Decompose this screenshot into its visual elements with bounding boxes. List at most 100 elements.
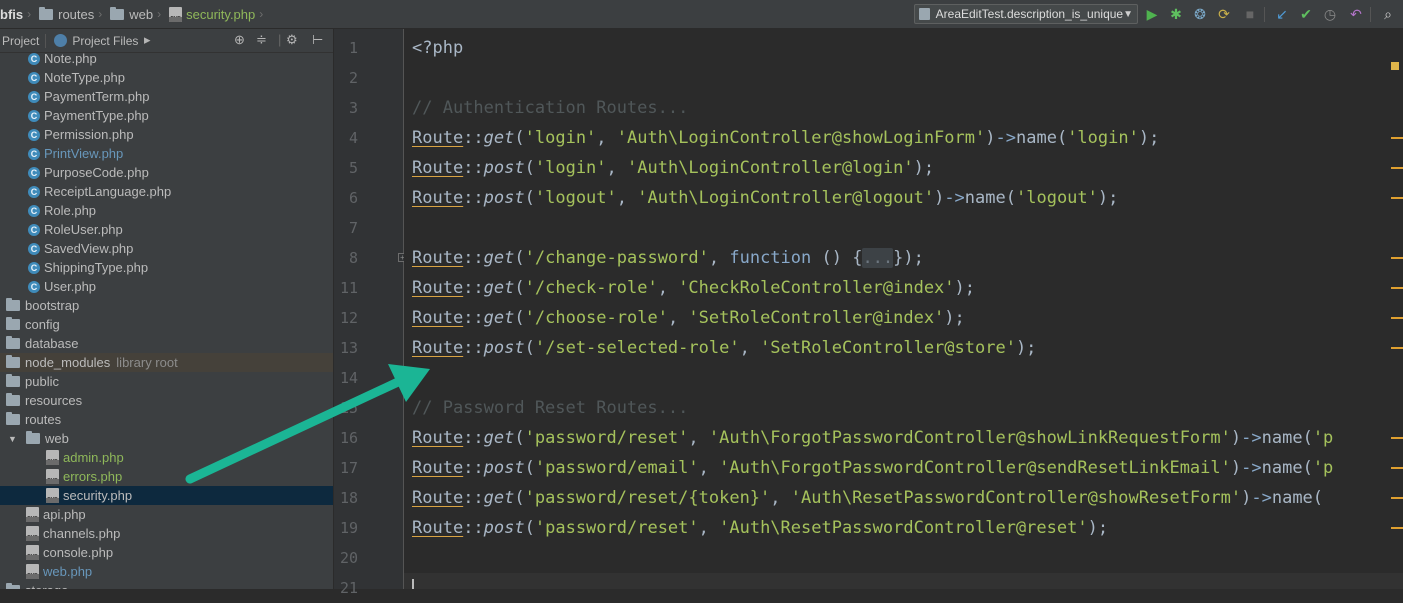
code-line[interactable]: Route::get('login', 'Auth\LoginControlle…: [412, 123, 1159, 153]
code-token-name: name: [1271, 488, 1313, 508]
breadcrumb-item-security-php[interactable]: PHP security.php ›: [169, 6, 269, 22]
vcs-history-icon[interactable]: ◷: [1320, 4, 1340, 24]
tree-item[interactable]: storage: [0, 581, 333, 589]
tree-item[interactable]: C ShippingType.php: [0, 258, 333, 277]
search-icon[interactable]: ⌕: [1378, 4, 1398, 24]
run-icon[interactable]: ▶: [1142, 4, 1162, 24]
run-configuration-select[interactable]: AreaEditTest.description_is_unique ▼: [914, 4, 1138, 24]
tree-item[interactable]: PHP api.php: [0, 505, 333, 524]
tree-item[interactable]: PHP errors.php: [0, 467, 333, 486]
tree-item[interactable]: PHP security.php: [0, 486, 333, 505]
error-stripe-mark[interactable]: [1391, 257, 1403, 259]
breadcrumb-separator-icon: ›: [98, 7, 103, 21]
tree-item[interactable]: C Role.php: [0, 201, 333, 220]
code-token-fold[interactable]: ...: [862, 248, 894, 268]
error-stripe-mark[interactable]: [1391, 527, 1403, 529]
code-line[interactable]: <?php: [412, 33, 463, 63]
gear-icon[interactable]: ⚙: [286, 32, 298, 48]
tree-item[interactable]: C PaymentType.php: [0, 106, 333, 125]
code-editor[interactable]: <?php// Authentication Routes... Route::g…: [404, 29, 1403, 589]
tree-item[interactable]: C User.php: [0, 277, 333, 296]
error-stripe-mark[interactable]: [1391, 347, 1403, 349]
error-stripe-mark[interactable]: [1391, 137, 1403, 139]
collapse-all-icon[interactable]: ≑: [256, 32, 267, 48]
hide-panel-icon[interactable]: ⊢: [312, 32, 323, 48]
tree-item[interactable]: public: [0, 372, 333, 391]
toolbar-divider: [1264, 7, 1265, 22]
error-stripe-mark[interactable]: [1391, 287, 1403, 289]
code-line[interactable]: Route::post('logout', 'Auth\LoginControl…: [412, 183, 1118, 213]
expand-arrow-icon[interactable]: ▼: [8, 434, 20, 444]
tree-item[interactable]: routes: [0, 410, 333, 429]
tree-item[interactable]: C Permission.php: [0, 125, 333, 144]
code-token-pun: ): [1230, 428, 1242, 448]
breadcrumb-separator-icon: ›: [27, 7, 32, 21]
code-line[interactable]: Route::get('/choose-role', 'SetRoleContr…: [412, 303, 965, 333]
error-stripe-mark[interactable]: [1391, 497, 1403, 499]
error-stripe-mark[interactable]: [1391, 167, 1403, 169]
folder-icon: [39, 6, 54, 20]
code-line[interactable]: Route::get('password/reset', 'Auth\Forgo…: [412, 423, 1333, 453]
code-line[interactable]: Route::post('password/reset', 'Auth\Rese…: [412, 513, 1108, 543]
code-line[interactable]: Route::get('/change-password', function …: [412, 243, 924, 273]
debug-icon[interactable]: ✱: [1166, 4, 1186, 24]
code-token-fn: get: [483, 278, 515, 298]
tree-item[interactable]: C SavedView.php: [0, 239, 333, 258]
profile-icon[interactable]: ⟳: [1214, 4, 1234, 24]
play-icon[interactable]: ▸: [144, 32, 151, 48]
error-stripe-mark[interactable]: [1391, 467, 1403, 469]
tree-item[interactable]: C ReceiptLanguage.php: [0, 182, 333, 201]
breadcrumb-item-bfis[interactable]: bfis ›: [0, 7, 37, 22]
code-token-str: 'login': [524, 128, 597, 148]
tree-item-label: PaymentType.php: [44, 108, 149, 123]
breadcrumb-label: bfis: [0, 6, 24, 22]
code-line[interactable]: Route::get('/check-role', 'CheckRoleCont…: [412, 273, 975, 303]
code-token-str: 'Auth\ResetPasswordController@showResetF…: [790, 488, 1242, 508]
tab-project[interactable]: Project: [0, 33, 47, 48]
revert-icon[interactable]: ↶: [1346, 4, 1366, 24]
php-file-icon: PHP: [46, 488, 59, 503]
tree-item[interactable]: C NoteType.php: [0, 68, 333, 87]
tree-item[interactable]: config: [0, 315, 333, 334]
tree-item[interactable]: database: [0, 334, 333, 353]
tree-item[interactable]: C Note.php: [0, 53, 333, 68]
tree-item[interactable]: PHP console.php: [0, 543, 333, 562]
tree-item[interactable]: C PurposeCode.php: [0, 163, 333, 182]
stop-icon[interactable]: ■: [1240, 4, 1260, 24]
code-line[interactable]: // Authentication Routes...: [412, 93, 688, 123]
tree-item[interactable]: PHP admin.php: [0, 448, 333, 467]
vcs-commit-icon[interactable]: ✔: [1296, 4, 1316, 24]
tree-item[interactable]: node_modules library root: [0, 353, 333, 372]
tree-item-label: public: [25, 374, 59, 389]
code-token-pun: );: [944, 308, 965, 328]
tree-item-label: User.php: [44, 279, 97, 294]
breadcrumb-item-web[interactable]: web ›: [110, 6, 167, 22]
code-line[interactable]: Route::post('login', 'Auth\LoginControll…: [412, 153, 934, 183]
code-token-pun: });: [893, 248, 924, 268]
tree-item[interactable]: ▼ web: [0, 429, 333, 448]
code-token-route: Route: [412, 338, 464, 358]
code-line[interactable]: Route::post('/set-selected-role', 'SetRo…: [412, 333, 1036, 363]
coverage-icon[interactable]: ❂: [1190, 4, 1210, 24]
vcs-update-icon[interactable]: ↙: [1272, 4, 1292, 24]
error-stripe-mark[interactable]: [1391, 197, 1403, 199]
inspection-status-icon[interactable]: [1391, 62, 1399, 70]
tree-item[interactable]: C RoleUser.php: [0, 220, 333, 239]
error-stripe-mark[interactable]: [1391, 317, 1403, 319]
breadcrumb-item-routes[interactable]: routes ›: [39, 6, 108, 22]
code-token-pun: (: [514, 308, 525, 328]
php-class-icon: C: [28, 53, 40, 65]
tree-item[interactable]: bootstrap: [0, 296, 333, 315]
tree-item[interactable]: PHP web.php: [0, 562, 333, 581]
locate-icon[interactable]: ⊕: [234, 32, 245, 48]
tree-item[interactable]: C PaymentTerm.php: [0, 87, 333, 106]
tab-project-files[interactable]: Project Files: [54, 34, 138, 48]
error-stripe-mark[interactable]: [1391, 437, 1403, 439]
tree-item[interactable]: PHP channels.php: [0, 524, 333, 543]
code-line[interactable]: // Password Reset Routes...: [412, 393, 688, 423]
tree-item[interactable]: resources: [0, 391, 333, 410]
tree-item-label: RoleUser.php: [44, 222, 123, 237]
tree-item[interactable]: C PrintView.php: [0, 144, 333, 163]
code-line[interactable]: Route::post('password/email', 'Auth\Forg…: [412, 453, 1333, 483]
code-line[interactable]: Route::get('password/reset/{token}', 'Au…: [412, 483, 1323, 513]
